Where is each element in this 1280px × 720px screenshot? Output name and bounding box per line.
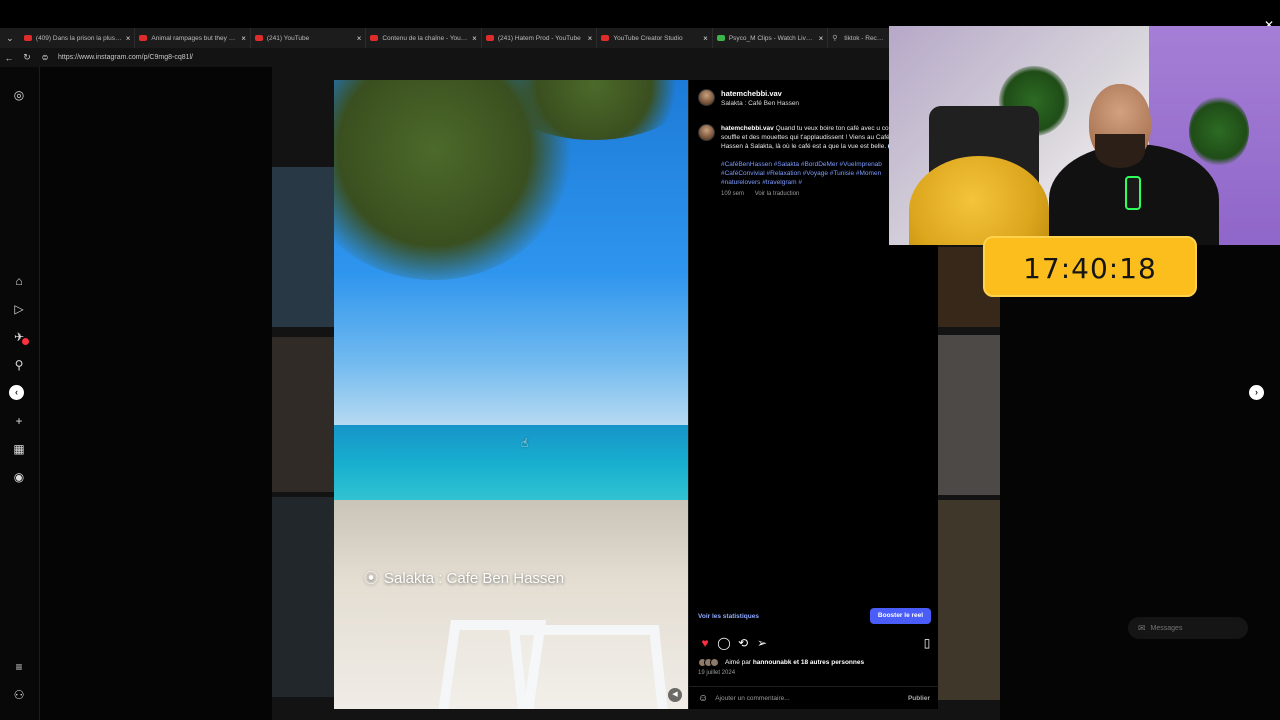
youtube-icon (485, 35, 494, 41)
streamer-webcam (889, 26, 1280, 245)
menu-icon[interactable]: ≡ (11, 659, 27, 675)
webcam-person-beard (1095, 134, 1145, 168)
tab-label: Animal rampages but they get w (151, 34, 238, 42)
share-icon[interactable]: ➢ (755, 636, 769, 650)
site-info-icon[interactable]: ⊜ (36, 53, 54, 62)
view-insights-link[interactable]: Voir les statistiques (698, 613, 759, 620)
see-translation-link[interactable]: Voir la traduction (755, 191, 800, 197)
liked-by-prefix: Aimé par (725, 659, 752, 666)
browser-tab[interactable]: YouTube Creator Studio × (597, 28, 713, 48)
search-icon[interactable]: ⚲ (11, 357, 27, 373)
video-sea (334, 425, 688, 505)
webcam-plant (1189, 96, 1249, 166)
home-icon[interactable]: ⌂ (11, 273, 27, 289)
youtube-icon (601, 35, 610, 41)
reel-video[interactable]: ⦿ Salakta : Cafe Ben Hassen ☝ ◀ (334, 80, 688, 709)
tab-close-icon[interactable]: × (819, 34, 824, 43)
boost-reel-button[interactable]: Booster le reel (870, 608, 931, 624)
post-date: 19 juillet 2024 (698, 670, 736, 676)
post-actions: ♥ ◯ ⟲ ➢ ▯ (698, 636, 934, 650)
video-chair (508, 625, 670, 709)
heart-filled-icon[interactable]: ♥ (698, 636, 712, 650)
tab-label: YouTube Creator Studio (613, 34, 683, 42)
kick-icon (716, 35, 725, 41)
tab-label: Psyco_M Clips - Watch Live on Ki (728, 34, 815, 42)
caption-username[interactable]: hatemchebbi.vav (721, 125, 774, 132)
youtube-icon (23, 35, 32, 41)
tab-label: tiktok - Recherche (844, 34, 887, 42)
map-pin-icon: ⦿ (364, 570, 378, 586)
tab-close-icon[interactable]: × (703, 34, 708, 43)
browser-tab[interactable]: (241) YouTube × (251, 28, 367, 48)
reload-icon[interactable]: ↻ (18, 52, 36, 63)
browser-tab[interactable]: Animal rampages but they get w × (135, 28, 251, 48)
mute-icon[interactable]: ◀ (668, 688, 682, 702)
repost-icon[interactable]: ⟲ (736, 636, 750, 650)
messages-pill[interactable]: ✉ Messages (1128, 617, 1248, 639)
tab-close-icon[interactable]: × (472, 34, 477, 43)
address-bar: ← ↻ ⊜ https://www.instagram.com/p/C9mg8-… (0, 48, 890, 67)
next-post-arrow-icon[interactable]: › (1249, 385, 1264, 400)
emoji-icon[interactable]: ☺ (698, 693, 708, 704)
youtube-icon (139, 35, 148, 41)
webcam-microphone (1125, 176, 1141, 210)
reels-icon[interactable]: ▷ (11, 301, 27, 317)
comment-input[interactable]: Ajouter un commentaire... (715, 695, 908, 702)
youtube-icon (254, 35, 263, 41)
video-location-text: Salakta : Cafe Ben Hassen (384, 569, 565, 587)
tab-label: (241) Hatem Prod - YouTube (497, 34, 581, 42)
post-time-ago: 109 sem (721, 191, 745, 197)
create-plus-icon[interactable]: + (11, 413, 27, 429)
comment-composer: ☺ Ajouter un commentaire... Publier (689, 686, 939, 709)
browser-tab[interactable]: ⚲ tiktok - Recherche (828, 28, 890, 48)
url-field[interactable]: https://www.instagram.com/p/C9mg8-cq81l/ (58, 54, 193, 61)
previous-post-arrow-icon[interactable]: ‹ (9, 385, 24, 400)
youtube-icon (370, 35, 379, 41)
notification-badge (22, 338, 29, 345)
meta-threads-icon[interactable]: ⚇ (11, 687, 27, 703)
tab-close-icon[interactable]: × (241, 34, 246, 43)
post-header: hatemchebbi.vav Salakta : Café Ben Hasse… (698, 89, 799, 107)
post-username[interactable]: hatemchebbi.vav (721, 89, 799, 98)
tab-list-chevron-icon[interactable]: ⌄ (0, 28, 20, 48)
messenger-icon: ✉ (1138, 622, 1146, 633)
tab-label: (409) Dans la prison la plus surp (35, 34, 122, 42)
tab-close-icon[interactable]: × (588, 34, 593, 43)
browser-tab[interactable]: (409) Dans la prison la plus surp × (20, 28, 136, 48)
tab-label: Contenu de la chaîne - YouTube (382, 34, 469, 42)
liked-by-user[interactable]: hannounabk (753, 659, 792, 666)
tab-label: (241) YouTube (266, 34, 310, 42)
avatar[interactable] (698, 124, 715, 141)
profile-avatar-icon[interactable]: ◉ (11, 469, 27, 485)
search-icon: ⚲ (832, 35, 838, 42)
publish-button[interactable]: Publier (908, 695, 930, 702)
mouse-cursor-icon: ☝ (521, 436, 529, 450)
browser-tab-bar: ⌄ (409) Dans la prison la plus surp × An… (0, 28, 890, 48)
browser-tab[interactable]: (241) Hatem Prod - YouTube × (482, 28, 598, 48)
tab-close-icon[interactable]: × (357, 34, 362, 43)
video-location-overlay: ⦿ Salakta : Cafe Ben Hassen (364, 568, 564, 588)
liker-avatars (698, 658, 719, 667)
comment-icon[interactable]: ◯ (717, 636, 731, 650)
tab-close-icon[interactable]: × (126, 34, 131, 43)
post-location[interactable]: Salakta : Café Ben Hassen (721, 100, 799, 107)
bookmark-icon[interactable]: ▯ (920, 636, 934, 650)
liked-by-others[interactable]: et 18 autres personnes (793, 659, 864, 666)
messages-label: Messages (1150, 624, 1183, 632)
back-arrow-icon[interactable]: ← (0, 53, 18, 63)
browser-tab[interactable]: Psyco_M Clips - Watch Live on Ki × (713, 28, 829, 48)
browser-tab[interactable]: Contenu de la chaîne - YouTube × (366, 28, 482, 48)
avatar[interactable] (698, 89, 715, 106)
dashboard-icon[interactable]: ▦ (11, 441, 27, 457)
clock-overlay: 17:40:18 (983, 236, 1197, 297)
instagram-logo-icon[interactable]: ◎ (11, 87, 27, 103)
likes-summary: Aimé par hannounabk et 18 autres personn… (698, 658, 864, 667)
